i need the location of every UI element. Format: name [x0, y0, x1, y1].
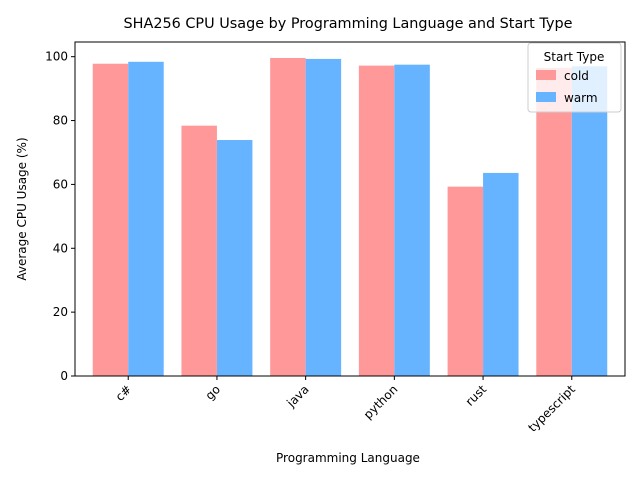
bar-cold-typescript [536, 67, 572, 377]
x-tick-label: go [203, 382, 223, 402]
legend-title: Start Type [544, 50, 605, 64]
legend-label-warm: warm [564, 91, 598, 105]
legend-swatch-warm [536, 92, 556, 102]
bar-warm-typescript [571, 66, 608, 377]
x-tick-label: c# [113, 382, 135, 404]
bar-warm-go [216, 140, 253, 376]
chart-title: SHA256 CPU Usage by Programming Language… [124, 16, 573, 32]
chart: SHA256 CPU Usage by Programming Language… [15, 16, 626, 465]
y-axis-label: Average CPU Usage (%) [15, 137, 29, 280]
bar-cold-c# [92, 63, 129, 377]
x-tick-label: java [283, 382, 311, 410]
y-tick-label: 0 [60, 369, 68, 383]
x-tick-label: typescript [525, 382, 578, 435]
legend-label-cold: cold [564, 69, 589, 83]
x-axis-label: Programming Language [276, 451, 420, 465]
bar-warm-rust [483, 172, 519, 376]
y-tick-label: 80 [53, 114, 68, 128]
legend-swatch-cold [536, 70, 556, 80]
bar-warm-c# [128, 61, 164, 377]
y-axis: 0 20 40 60 80 100 [45, 50, 75, 383]
bar-cold-python [358, 65, 395, 376]
y-tick-label: 100 [45, 50, 68, 64]
y-tick-label: 40 [53, 241, 68, 255]
x-axis: c# go java python rust typescript [113, 376, 578, 435]
legend: Start Type cold warm [527, 42, 622, 113]
bar-cold-rust [447, 186, 484, 376]
bar-warm-java [305, 58, 342, 377]
bar-warm-python [394, 64, 430, 377]
bar-cold-java [270, 57, 306, 376]
y-tick-label: 60 [53, 177, 68, 191]
x-tick-label: python [361, 382, 401, 422]
y-tick-label: 20 [53, 305, 68, 319]
bar-cold-go [181, 125, 217, 376]
x-tick-label: rust [463, 382, 490, 409]
